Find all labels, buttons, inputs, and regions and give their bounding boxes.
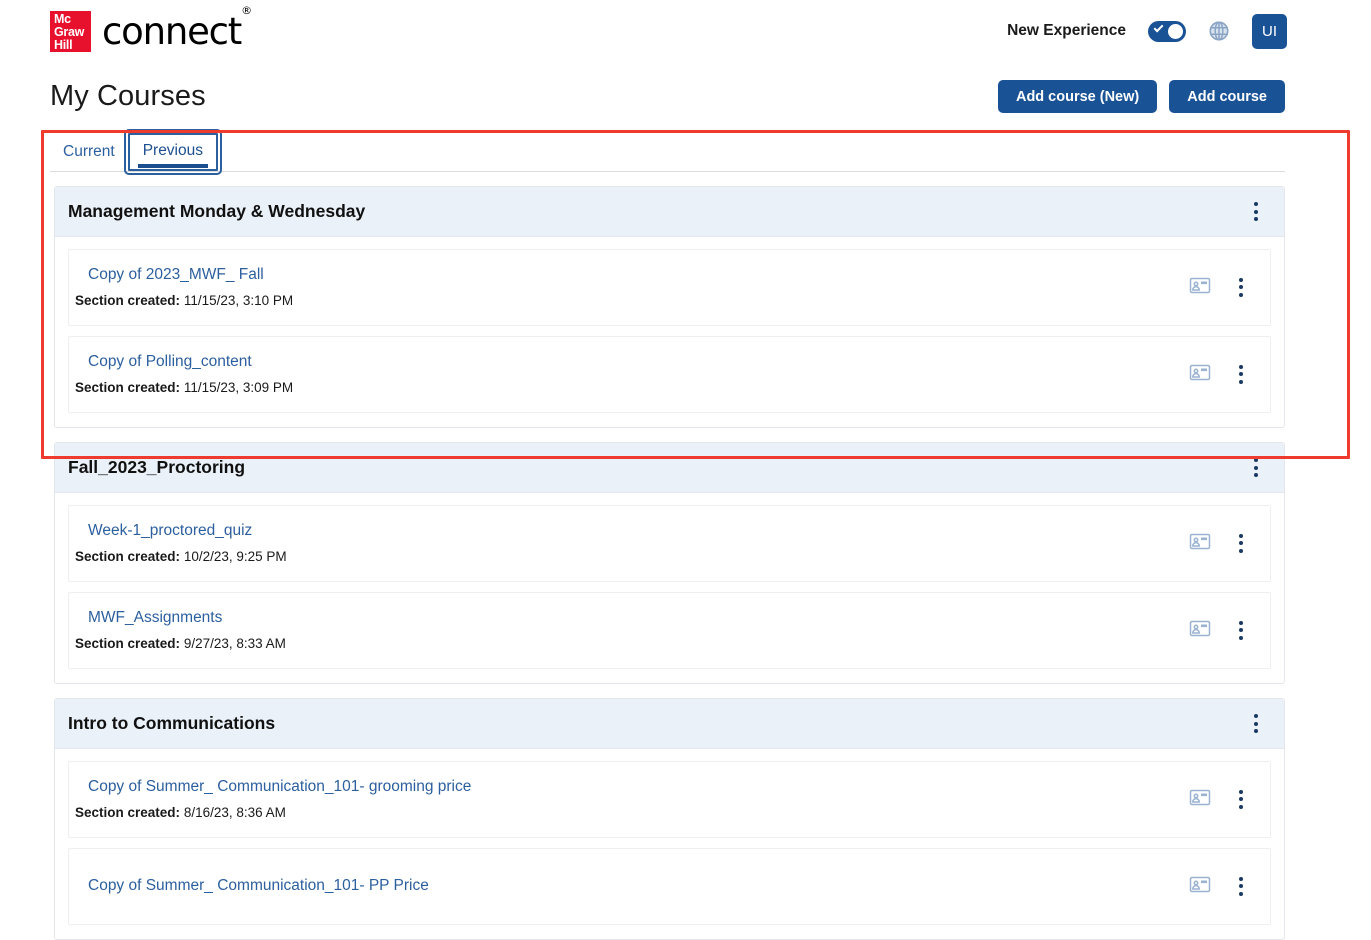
section-row: MWF_Assignments Section created: 9/27/23… [68,592,1271,669]
section-actions [1188,273,1260,301]
course-list: Management Monday & Wednesday Copy of 20… [0,172,1371,940]
logo-line-graw: Graw [54,24,85,39]
presentation-icon[interactable] [1188,874,1212,898]
presentation-icon[interactable] [1188,531,1212,555]
course-sections: Copy of Summer_ Communication_101- groom… [55,749,1284,939]
section-info: Copy of Summer_ Communication_101- groom… [75,778,471,820]
section-meta: Section created: 11/15/23, 3:10 PM [75,293,293,308]
tab-previous[interactable]: Previous [123,129,223,175]
tab-list: Current Previous [50,129,1285,175]
section-info: MWF_Assignments Section created: 9/27/23… [75,609,286,651]
top-bar-actions: New Experience UI [1007,13,1287,49]
section-actions [1188,529,1260,557]
toggle-knob [1168,23,1183,39]
page-title: My Courses [50,80,206,112]
course-card-header: Intro to Communications [55,699,1284,749]
section-meta-label: Section created: [75,636,181,651]
course-card: Management Monday & Wednesday Copy of 20… [54,186,1285,428]
brand-logo[interactable]: Mc Graw Hill connect® [50,4,252,53]
section-link[interactable]: Copy of Summer_ Communication_101- groom… [88,778,471,796]
registered-mark: ® [241,4,252,18]
add-course-new-button[interactable]: Add course (New) [997,80,1158,113]
course-sections: Week-1_proctored_quiz Section created: 1… [55,493,1284,683]
section-meta-label: Section created: [75,380,181,395]
section-menu-button[interactable] [1230,616,1252,644]
section-meta: Section created: 11/15/23, 3:09 PM [75,380,293,395]
course-title: Fall_2023_Proctoring [68,457,246,477]
section-link[interactable]: Copy of Polling_content [88,353,293,371]
section-menu-button[interactable] [1230,529,1252,557]
course-menu-button[interactable] [1245,454,1267,482]
course-title: Intro to Communications [68,713,276,733]
section-link[interactable]: Week-1_proctored_quiz [88,522,287,540]
course-sections: Copy of 2023_MWF_ Fall Section created: … [55,237,1284,427]
section-meta-label: Section created: [75,805,181,820]
section-link[interactable]: Copy of 2023_MWF_ Fall [88,266,293,284]
section-meta-value: 10/2/23, 9:25 PM [183,549,287,564]
presentation-icon[interactable] [1188,618,1212,642]
section-meta-value: 8/16/23, 8:36 AM [183,805,286,820]
section-meta: Section created: 10/2/23, 9:25 PM [75,549,287,564]
section-actions [1188,872,1260,900]
globe-icon[interactable] [1208,20,1230,42]
section-row: Copy of Summer_ Communication_101- PP Pr… [68,848,1271,925]
section-link[interactable]: Copy of Summer_ Communication_101- PP Pr… [88,877,429,895]
new-experience-toggle[interactable] [1148,20,1186,42]
presentation-icon[interactable] [1188,787,1212,811]
top-bar: Mc Graw Hill connect® New Experience UI [0,0,1371,62]
section-row: Copy of Polling_content Section created:… [68,336,1271,413]
course-card: Fall_2023_Proctoring Week-1_proctored_qu… [54,442,1285,684]
presentation-icon[interactable] [1188,362,1212,386]
section-actions [1188,616,1260,644]
section-meta-value: 9/27/23, 8:33 AM [183,636,286,651]
section-menu-button[interactable] [1230,360,1252,388]
section-row: Copy of 2023_MWF_ Fall Section created: … [68,249,1271,326]
section-info: Week-1_proctored_quiz Section created: 1… [75,522,287,564]
tabs-container: Current Previous [0,113,1371,175]
section-menu-button[interactable] [1230,273,1252,301]
section-info: Copy of 2023_MWF_ Fall Section created: … [75,266,293,308]
course-card-header: Management Monday & Wednesday [55,187,1284,237]
section-row: Copy of Summer_ Communication_101- groom… [68,761,1271,838]
course-card: Intro to Communications Copy of Summer_ … [54,698,1285,940]
logo-line-hill: Hill [54,37,73,52]
connect-wordmark: connect® [102,4,252,53]
tab-current[interactable]: Current [50,135,128,171]
course-title: Management Monday & Wednesday [68,201,366,221]
avatar-initials: UI [1262,22,1277,40]
section-meta: Section created: 8/16/23, 8:36 AM [75,805,471,820]
section-info: Copy of Summer_ Communication_101- PP Pr… [88,877,429,895]
section-actions [1188,785,1260,813]
page-header-actions: Add course (New) Add course [997,80,1285,113]
course-menu-button[interactable] [1245,710,1267,738]
check-icon [1153,22,1164,32]
section-meta-label: Section created: [75,549,181,564]
section-menu-button[interactable] [1230,785,1252,813]
page-header: My Courses Add course (New) Add course [0,62,1371,113]
avatar[interactable]: UI [1252,13,1287,49]
tab-divider [50,171,1285,172]
course-card-header: Fall_2023_Proctoring [55,443,1284,493]
section-row: Week-1_proctored_quiz Section created: 1… [68,505,1271,582]
section-meta: Section created: 9/27/23, 8:33 AM [75,636,286,651]
presentation-icon[interactable] [1188,275,1212,299]
section-actions [1188,360,1260,388]
add-course-button[interactable]: Add course [1169,80,1285,113]
section-meta-label: Section created: [75,293,181,308]
logo-line-mc: Mc [54,11,71,26]
section-info: Copy of Polling_content Section created:… [75,353,293,395]
section-meta-value: 11/15/23, 3:09 PM [183,380,294,395]
section-link[interactable]: MWF_Assignments [88,609,286,627]
mcgraw-hill-logo-icon: Mc Graw Hill [50,10,91,52]
section-meta-value: 11/15/23, 3:10 PM [183,293,294,308]
new-experience-label: New Experience [1007,22,1126,39]
section-menu-button[interactable] [1230,872,1252,900]
course-menu-button[interactable] [1245,198,1267,226]
